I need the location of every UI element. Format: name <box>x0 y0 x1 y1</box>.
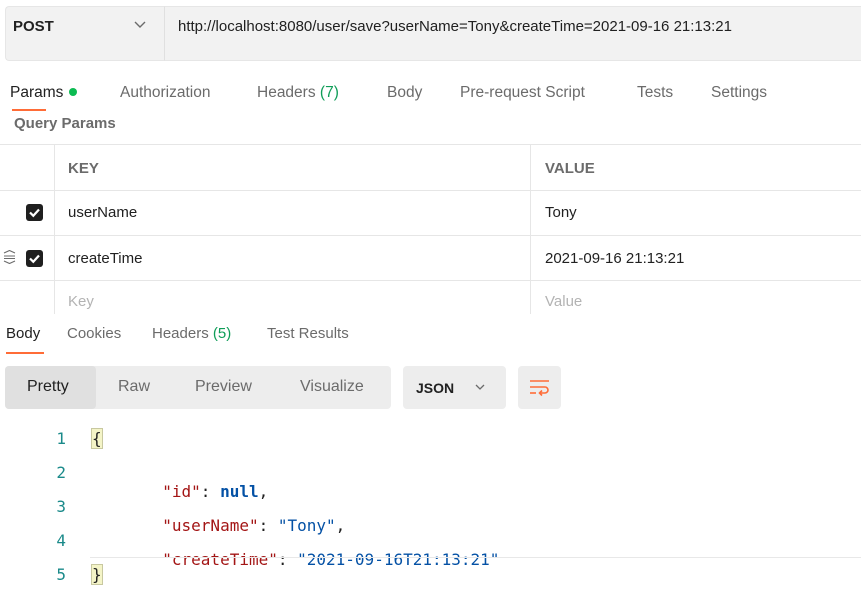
response-headers-count: (5) <box>213 325 231 342</box>
line-number: 1 <box>40 429 66 448</box>
response-tab-cookies[interactable]: Cookies <box>67 325 121 342</box>
json-line: "createTime": "2021-09-16T21:13:21" <box>143 531 499 569</box>
view-mode-preview[interactable]: Preview <box>195 378 252 396</box>
json-line: "userName": "Tony", <box>143 497 345 535</box>
line-number: 4 <box>40 531 66 550</box>
json-close-brace: } <box>92 565 102 584</box>
table-divider <box>530 144 531 314</box>
tab-headers-label: Headers <box>257 84 316 101</box>
tab-headers-count: (7) <box>320 84 339 101</box>
tab-authorization[interactable]: Authorization <box>120 84 210 102</box>
line-number: 2 <box>40 463 66 482</box>
table-border <box>0 190 861 191</box>
table-divider <box>54 144 55 314</box>
new-value-input[interactable]: Value <box>545 293 582 310</box>
wrap-lines-button[interactable] <box>518 366 561 409</box>
view-mode-raw[interactable]: Raw <box>118 378 150 396</box>
tab-params-label: Params <box>10 84 63 101</box>
view-mode-pretty-label[interactable]: Pretty <box>27 378 69 396</box>
table-border <box>0 235 861 236</box>
row-checkbox[interactable] <box>26 250 43 267</box>
json-key: "createTime" <box>162 550 278 569</box>
current-line-highlight <box>90 557 861 558</box>
drag-handle-icon[interactable] <box>3 250 16 264</box>
url-text[interactable]: http://localhost:8080/user/save?userName… <box>178 18 732 35</box>
active-response-tab-indicator <box>6 352 44 354</box>
response-tab-test-results[interactable]: Test Results <box>267 325 349 342</box>
tab-tests[interactable]: Tests <box>637 84 673 102</box>
view-mode-visualize[interactable]: Visualize <box>300 378 364 396</box>
line-number: 3 <box>40 497 66 516</box>
param-key-cell[interactable]: userName <box>68 204 137 221</box>
table-border-top <box>0 144 861 145</box>
tab-params[interactable]: Params <box>10 84 77 102</box>
response-tab-body[interactable]: Body <box>6 325 40 342</box>
table-border <box>0 280 861 281</box>
param-value-cell[interactable]: 2021-09-16 21:13:21 <box>545 250 684 267</box>
json-open-brace: { <box>92 429 102 448</box>
tab-prerequest-script[interactable]: Pre-request Script <box>460 84 585 102</box>
response-tab-headers-label: Headers <box>152 325 209 342</box>
chevron-down-icon[interactable] <box>132 16 148 32</box>
active-tab-indicator <box>12 109 46 111</box>
wrap-lines-icon <box>529 378 550 397</box>
param-value-cell[interactable]: Tony <box>545 204 577 221</box>
method-label: POST <box>13 18 54 35</box>
row-checkbox[interactable] <box>26 204 43 221</box>
checkmark-icon <box>26 204 43 221</box>
params-active-dot <box>69 88 77 96</box>
new-key-input[interactable]: Key <box>68 293 94 310</box>
column-header-key: KEY <box>68 160 99 177</box>
tab-headers[interactable]: Headers (7) <box>257 84 339 102</box>
tab-settings[interactable]: Settings <box>711 84 767 102</box>
line-number: 5 <box>40 565 66 584</box>
checkmark-icon <box>26 250 43 267</box>
tab-body[interactable]: Body <box>387 84 422 102</box>
query-params-title: Query Params <box>14 115 116 132</box>
response-tab-headers[interactable]: Headers (5) <box>152 325 231 342</box>
json-value: "2021-09-16T21:13:21" <box>297 550 499 569</box>
column-header-value: VALUE <box>545 160 595 177</box>
format-label: JSON <box>416 380 454 396</box>
json-line: "id": null, <box>143 463 268 501</box>
chevron-down-icon <box>473 380 487 394</box>
param-key-cell[interactable]: createTime <box>68 250 142 267</box>
